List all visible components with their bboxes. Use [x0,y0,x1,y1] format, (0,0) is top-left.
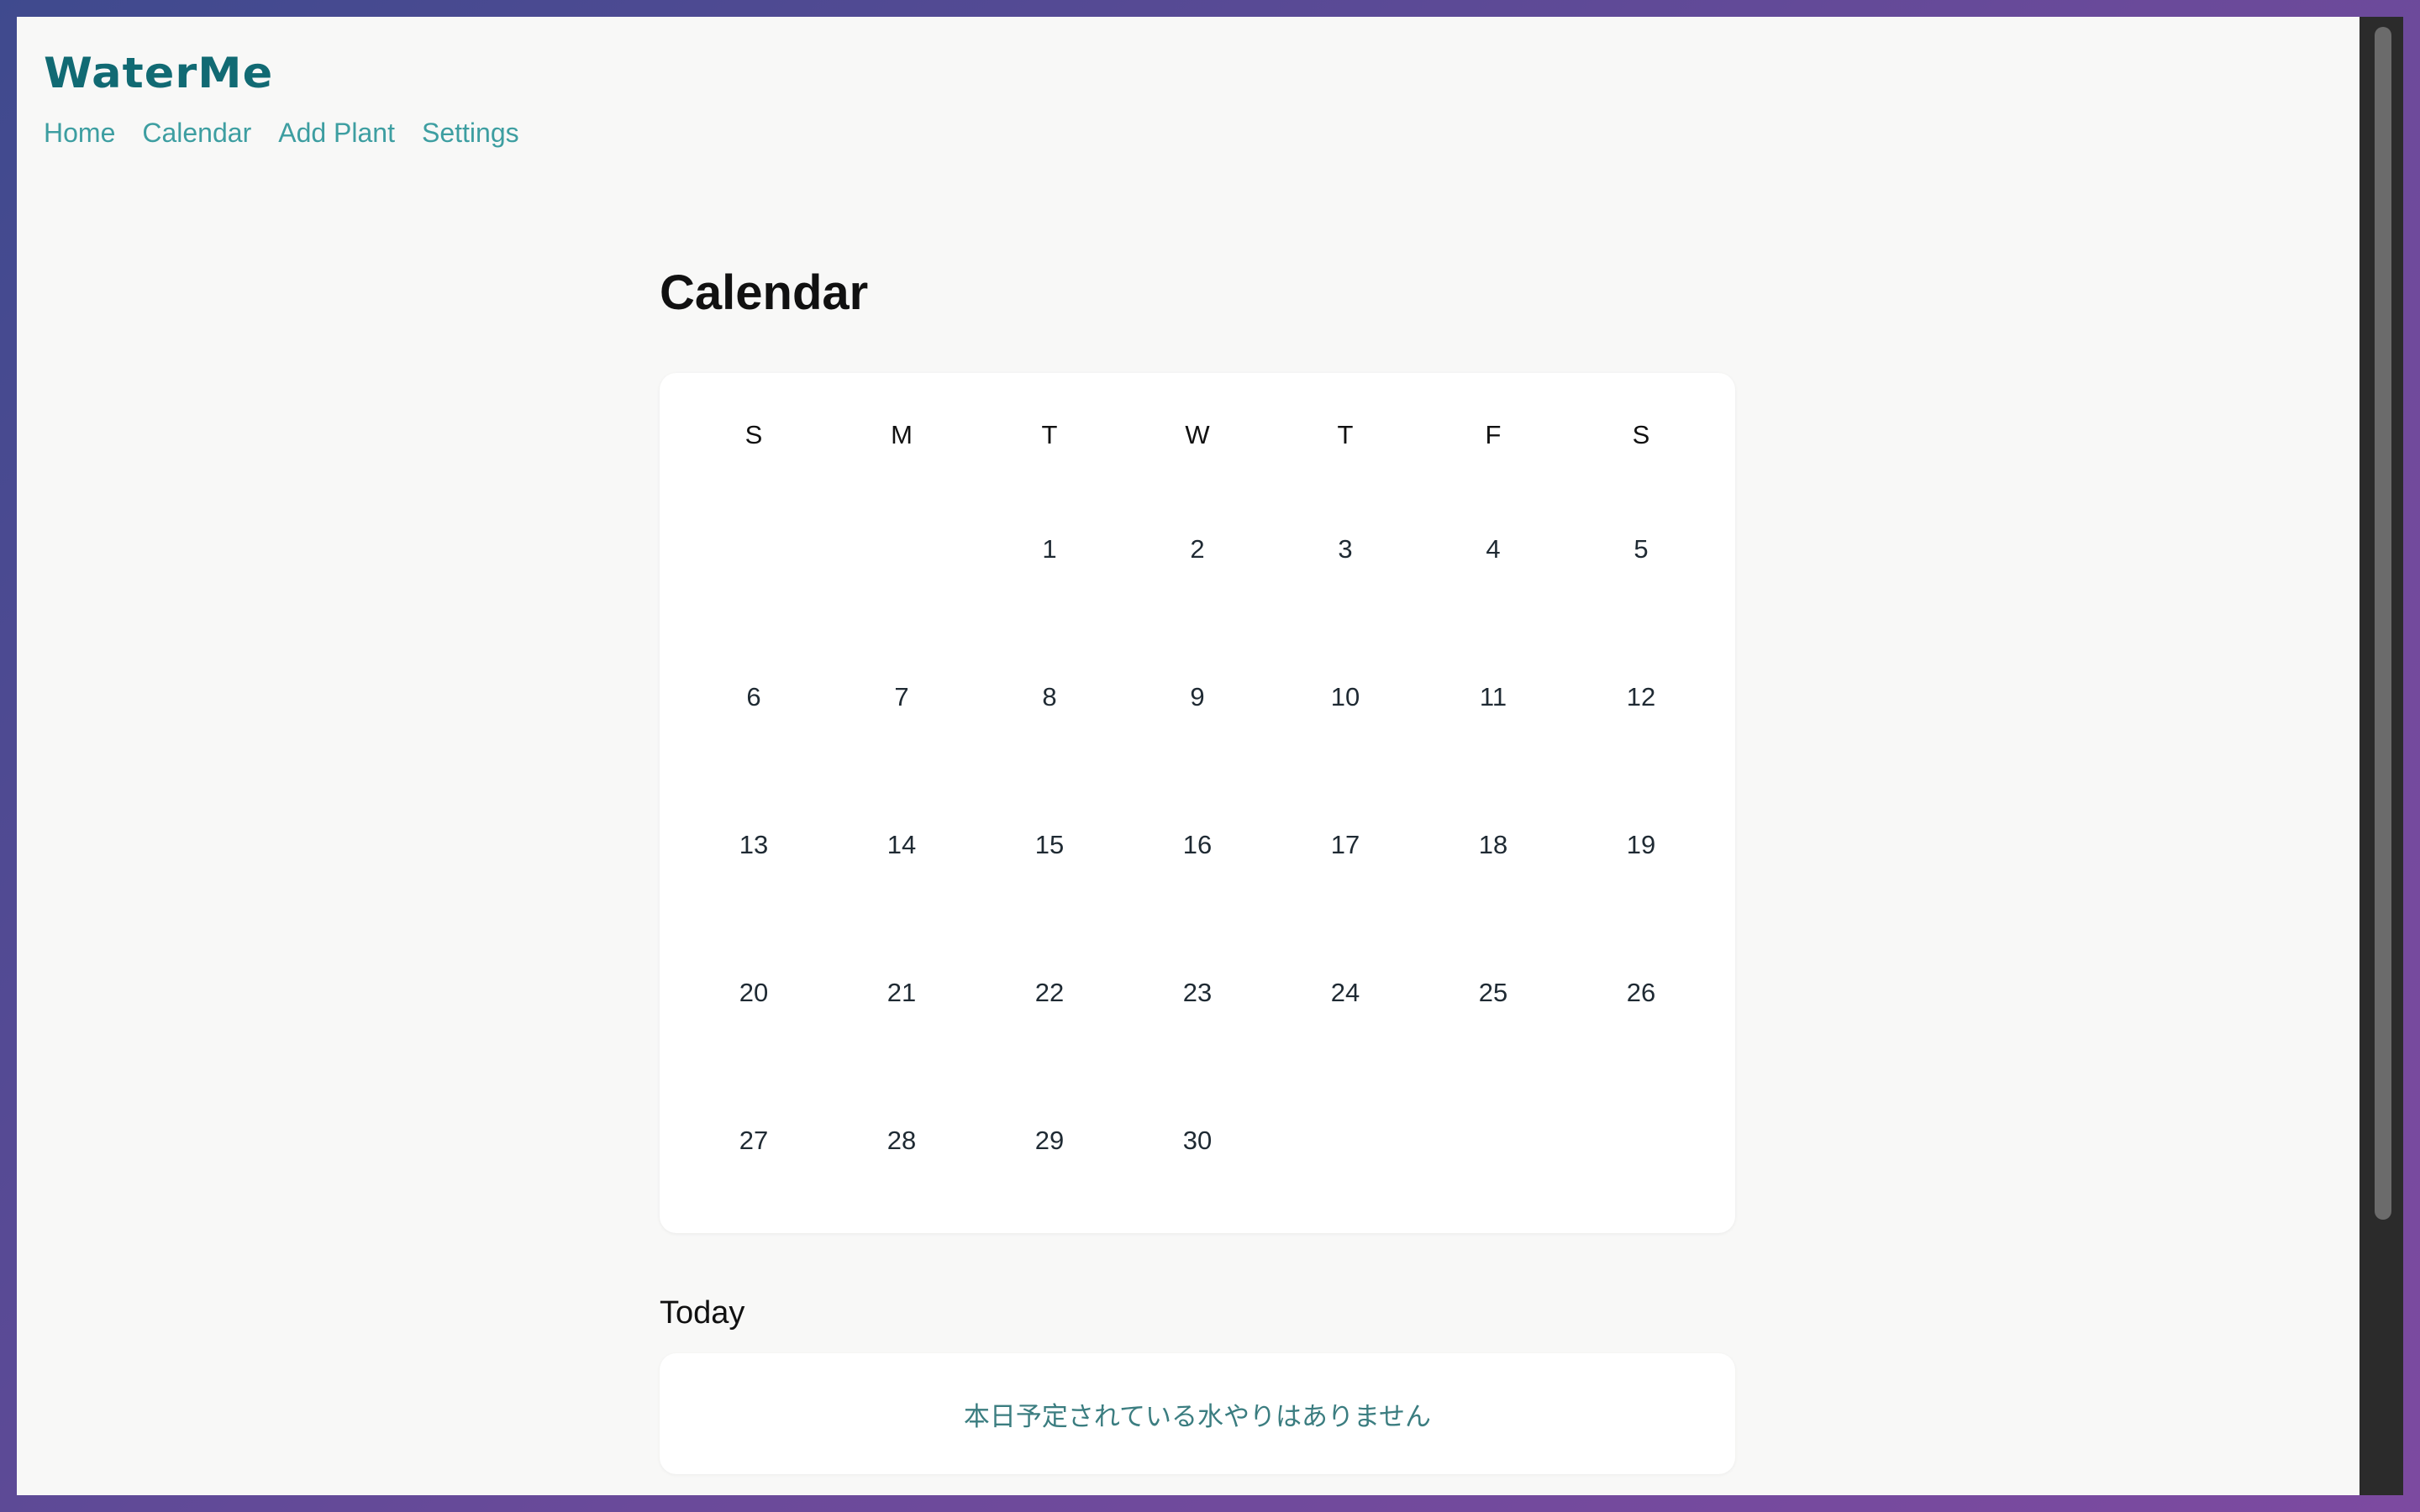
main-nav: Home Calendar Add Plant Settings [44,118,519,149]
app-logo[interactable]: WaterMe [44,49,543,97]
calendar-day[interactable]: 12 [1567,680,1715,714]
calendar-week: 13 14 15 16 17 18 19 [660,828,1735,976]
calendar-day-empty [1271,1124,1419,1158]
calendar-day[interactable]: 3 [1271,533,1419,566]
calendar-day[interactable]: 20 [680,976,828,1010]
calendar-day[interactable]: 24 [1271,976,1419,1010]
weekday-label: T [1337,420,1354,449]
calendar-card: S M T W T F S 1 2 3 4 5 6 7 8 9 10 11 12… [660,373,1735,1233]
weekday-header: S M T W T F S [660,418,1735,452]
calendar-day-empty [680,533,828,566]
weekday-label: M [891,420,913,449]
calendar-week: 6 7 8 9 10 11 12 [660,680,1735,828]
page-title: Calendar [660,265,869,320]
calendar-day[interactable]: 23 [1123,976,1271,1010]
weekday-label: T [1041,420,1058,449]
today-empty-message: 本日予定されている水やりはありません [963,1401,1432,1432]
calendar-week: 20 21 22 23 24 25 26 [660,976,1735,1124]
weekday-label: S [1632,420,1650,449]
weekday-label: W [1185,420,1210,449]
calendar-day[interactable]: 7 [828,680,976,714]
app-header: WaterMe Home Calendar Add Plant Settings [44,49,519,149]
calendar-day[interactable]: 16 [1123,828,1271,862]
scrollbar-thumb[interactable] [2375,27,2391,1220]
nav-calendar-link[interactable]: Calendar [142,118,251,149]
calendar-day[interactable]: 26 [1567,976,1715,1010]
calendar-day[interactable]: 5 [1567,533,1715,566]
calendar-day[interactable]: 30 [1123,1124,1271,1158]
calendar-day[interactable]: 2 [1123,533,1271,566]
calendar-day[interactable]: 25 [1419,976,1567,1010]
nav-home-link[interactable]: Home [44,118,115,149]
calendar-day[interactable]: 4 [1419,533,1567,566]
calendar-day[interactable]: 15 [976,828,1123,862]
calendar-day[interactable]: 6 [680,680,828,714]
calendar-day[interactable]: 10 [1271,680,1419,714]
calendar-grid: 1 2 3 4 5 6 7 8 9 10 11 12 13 14 15 16 1… [660,533,1735,1272]
calendar-day[interactable]: 14 [828,828,976,862]
vertical-scrollbar[interactable] [2360,17,2403,1495]
calendar-day[interactable]: 28 [828,1124,976,1158]
calendar-day-empty [828,533,976,566]
today-card: 本日予定されている水やりはありません [660,1353,1735,1474]
calendar-day[interactable]: 17 [1271,828,1419,862]
calendar-day[interactable]: 1 [976,533,1123,566]
calendar-day[interactable]: 18 [1419,828,1567,862]
calendar-day[interactable]: 27 [680,1124,828,1158]
nav-settings-link[interactable]: Settings [422,118,519,149]
weekday-label: F [1485,420,1502,449]
calendar-week: 1 2 3 4 5 [660,533,1735,680]
calendar-day[interactable]: 13 [680,828,828,862]
calendar-day-empty [1419,1124,1567,1158]
calendar-day[interactable]: 21 [828,976,976,1010]
calendar-day[interactable]: 9 [1123,680,1271,714]
calendar-day[interactable]: 22 [976,976,1123,1010]
main-content: Calendar S M T W T F S 1 2 3 4 5 6 7 8 9… [660,269,1735,1474]
calendar-week: 27 28 29 30 [660,1124,1735,1272]
calendar-day[interactable]: 19 [1567,828,1715,862]
calendar-day[interactable]: 29 [976,1124,1123,1158]
nav-add-plant-link[interactable]: Add Plant [278,118,395,149]
browser-window: WaterMe Home Calendar Add Plant Settings… [17,17,2403,1495]
weekday-label: S [744,420,763,449]
calendar-day[interactable]: 8 [976,680,1123,714]
today-section-title: Today [660,1295,745,1331]
calendar-day-empty [1567,1124,1715,1158]
calendar-day[interactable]: 11 [1419,680,1567,714]
